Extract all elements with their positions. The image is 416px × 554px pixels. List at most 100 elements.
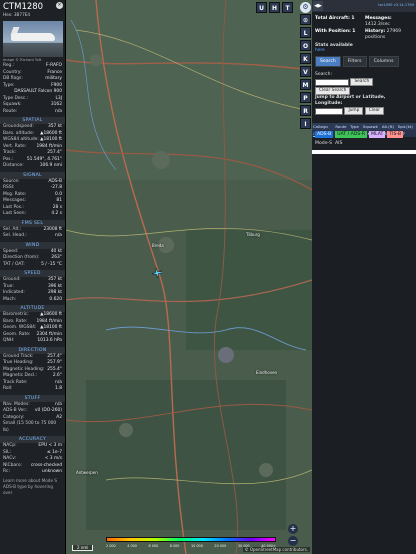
button-r[interactable]: R: [300, 105, 311, 116]
close-icon[interactable]: ×: [56, 2, 63, 9]
history-label: History:: [365, 29, 386, 34]
zoom-out-button[interactable]: −: [288, 536, 298, 546]
right-topbar: ◀▶ tar1090 v3.14.1769: [312, 0, 416, 12]
info-key: Sel. Head.:: [3, 233, 27, 238]
info-value: 1.8: [55, 386, 62, 391]
info-key: Last Seen:: [3, 211, 26, 216]
section-title[interactable]: ALTITUDE: [0, 305, 65, 312]
info-value: 4.2 s: [51, 211, 62, 216]
table-scrollbar[interactable]: [312, 150, 416, 154]
section-title[interactable]: SIGNAL: [0, 171, 65, 179]
with-position: With Position: 1: [315, 29, 363, 41]
history: History: 27969 positions: [365, 29, 413, 41]
layers-icon[interactable]: ⊙: [300, 14, 311, 25]
info-key: Mach:: [3, 296, 17, 302]
button-h[interactable]: H: [269, 2, 280, 13]
map-label-breda: Breda: [152, 243, 164, 248]
filter-uat-adsr[interactable]: UAT / ADS-R: [335, 131, 368, 138]
cb-label: 6 000: [148, 544, 159, 548]
info-row: Sel. Head.: n/a: [0, 233, 65, 240]
search-input[interactable]: [315, 78, 349, 86]
search-block: Search: Search Clear Search Jump to Airp…: [312, 67, 416, 120]
total-aircraft-value: 1: [351, 16, 355, 21]
source-filter-block: ADS-B UAT / ADS-R MLAT TIS-B Mode-S AIS: [312, 128, 416, 146]
jump-input[interactable]: [315, 107, 343, 115]
map[interactable]: Breda Antwerpen Tilburg Eindhoven U H T …: [66, 0, 312, 554]
filter-mlat[interactable]: MLAT: [369, 131, 386, 138]
total-aircraft-label: Total Aircraft:: [315, 16, 350, 21]
map-label-tilburg: Tilburg: [246, 232, 260, 237]
map-label-antwerpen: Antwerpen: [76, 470, 98, 475]
section-title[interactable]: ACCURACY: [0, 436, 65, 443]
info-row: QNH: 1013.6 hPa: [0, 338, 65, 345]
map-scale: 2 nmi: [72, 545, 94, 551]
section-altitude: ALTITUDE Barometric: ▲18600 ft Baro. Rate: 1…: [0, 305, 65, 345]
button-m[interactable]: M: [300, 79, 311, 90]
button-t[interactable]: T: [282, 2, 293, 13]
section-wind: WIND Speed: 40 kt Direction (from): 263° TAT …: [0, 241, 65, 269]
clear-button[interactable]: Clear: [364, 107, 385, 115]
section-title[interactable]: SPATIAL: [0, 117, 65, 124]
info-row: Route: n/a: [0, 109, 65, 116]
filter-tisb[interactable]: TIS-B: [387, 131, 404, 138]
cb-label: 4 000: [127, 544, 137, 548]
aircraft-info-panel: CTM1280 Hex: 3B77E4 × Image © Richard To…: [0, 0, 66, 554]
button-k[interactable]: K: [300, 53, 311, 64]
info-value: 5 / -15 °C: [41, 261, 62, 267]
expand-arrows-icon[interactable]: ◀▶: [313, 1, 323, 11]
jump-label: Jump to Airport or Latitude, Longitude:: [315, 95, 386, 106]
button-u[interactable]: U: [256, 2, 267, 13]
button-i[interactable]: I: [300, 118, 311, 129]
cb-label: 8 000: [169, 544, 180, 548]
cb-label: 20 000: [214, 544, 227, 548]
tab-bar: Search Filters Columns: [312, 53, 416, 67]
selected-callsign: CTM1280: [3, 2, 44, 12]
section-spatial: SPATIAL Groundspeed: 357 kt Baro. altitude:…: [0, 117, 65, 170]
section-signal: SIGNAL Source: ADS-B RSSI: -27.8 Msg. Rate: 0.…: [0, 171, 65, 218]
button-o[interactable]: O: [300, 40, 311, 51]
section-title[interactable]: SPEED: [0, 270, 65, 277]
messages-value: 1412.3/sec: [365, 22, 390, 27]
info-rows: Reg.: F-RAFO Country: France DB flags: milita…: [0, 63, 65, 115]
tab-columns[interactable]: Columns: [368, 56, 399, 67]
modes-row: Mode-S AIS: [312, 141, 416, 146]
info-row: Small (15 500 to 75 000 lb): [0, 421, 65, 434]
search-label: Search:: [315, 72, 332, 77]
cb-label: 10 000: [191, 544, 203, 548]
settings-gear-icon[interactable]: ⚙: [300, 2, 311, 13]
filter-modes[interactable]: Mode-S: [315, 141, 332, 146]
section-title[interactable]: FMS SEL: [0, 219, 65, 227]
aircraft-marker-icon[interactable]: [152, 268, 162, 278]
with-position-label: With Position:: [315, 29, 351, 34]
button-v[interactable]: V: [300, 66, 311, 77]
aircraft-photo[interactable]: [3, 21, 63, 57]
stats-available: Stats available: [315, 43, 353, 48]
zoom-in-button[interactable]: +: [288, 524, 298, 534]
filter-ais[interactable]: AIS: [335, 141, 342, 146]
filter-adsb[interactable]: ADS-B: [315, 131, 334, 138]
tab-filters[interactable]: Filters: [342, 56, 367, 67]
section-title[interactable]: DIRECTION: [0, 346, 65, 354]
section-direction: DIRECTION Ground Track: 257.4° True Heading…: [0, 346, 65, 393]
button-l[interactable]: L: [300, 27, 311, 38]
search-button[interactable]: Search: [350, 78, 374, 86]
button-p[interactable]: P: [300, 92, 311, 103]
aircraft-list-panel: ◀▶ tar1090 v3.14.1769 Total Aircraft: 1 …: [312, 0, 416, 554]
section-speed: SPEED Ground: 357 kt True: 396 kt Indicated: 2…: [0, 270, 65, 303]
section-title[interactable]: WIND: [0, 241, 65, 249]
version-link[interactable]: tar1090 v3.14.1769: [378, 3, 414, 7]
tab-search[interactable]: Search: [315, 56, 341, 67]
footer-note: Learn more about Mode S ADS-B type by ho…: [3, 477, 58, 495]
map-label-eindhoven: Eindhoven: [256, 370, 278, 375]
clear-search-button[interactable]: Clear Search: [315, 86, 351, 95]
map-layer: [66, 0, 312, 554]
map-top-buttons: U H T: [256, 2, 293, 13]
cb-label: 2 000: [106, 544, 116, 548]
info-row: TAT / OAT: 5 / -15 °C: [0, 262, 65, 269]
map-attribution[interactable]: © OpenStreetMap contributors.: [242, 547, 310, 552]
section-title[interactable]: STUFF: [0, 394, 65, 402]
jump-button[interactable]: Jump: [344, 107, 364, 115]
info-key: QNH:: [3, 338, 15, 343]
info-key: Rc:: [3, 469, 10, 474]
source-filters: ADS-B UAT / ADS-R MLAT TIS-B: [312, 128, 416, 141]
